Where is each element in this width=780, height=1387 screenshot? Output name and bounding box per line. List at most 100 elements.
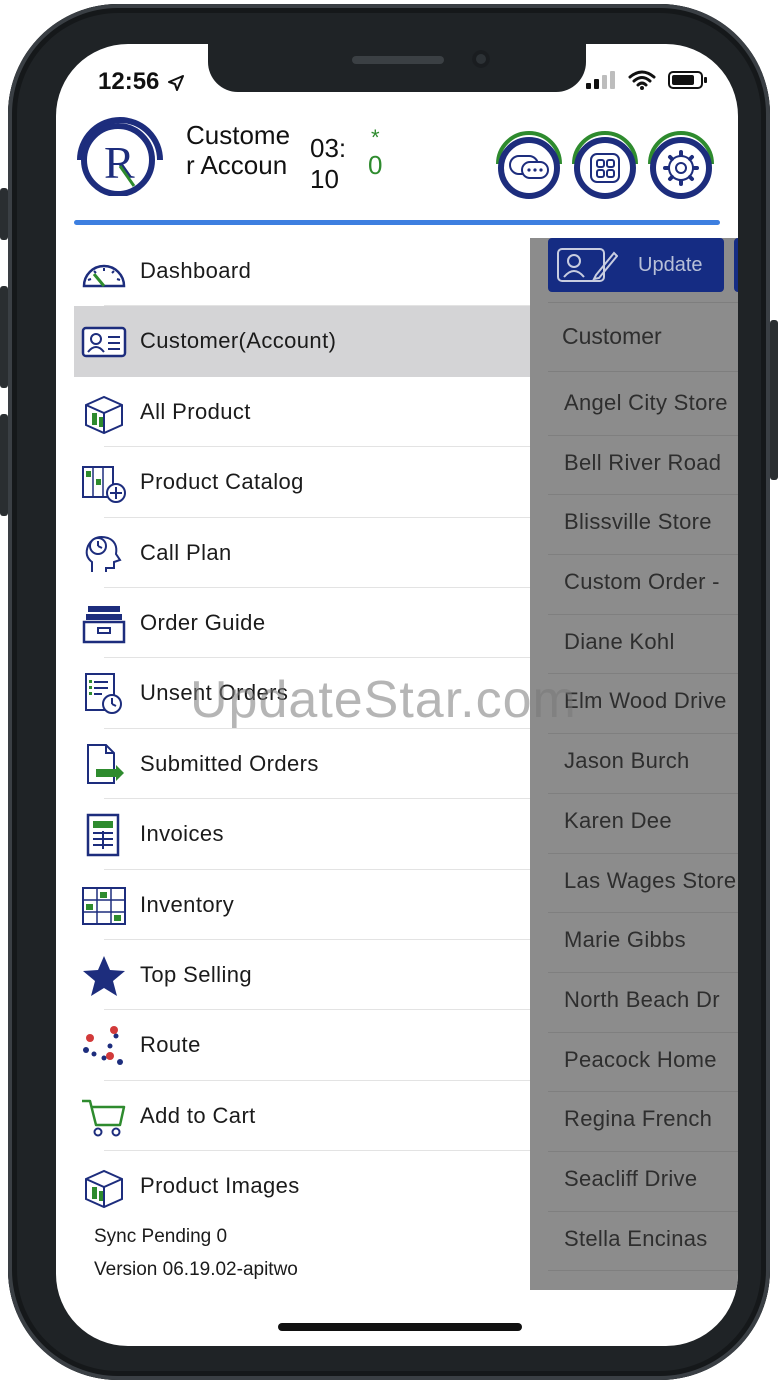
- menu-item-label: Inventory: [140, 891, 235, 917]
- menu-item-label: Call Plan: [140, 539, 232, 565]
- submitted-orders-arrow-icon: [80, 743, 128, 787]
- settings-button[interactable]: [646, 130, 716, 200]
- customer-name: North Beach Dr: [564, 986, 720, 1012]
- menu-item-label: Add to Cart: [140, 1102, 256, 1128]
- notch: [208, 44, 586, 92]
- menu-item-product-images[interactable]: Product Images: [74, 1151, 530, 1221]
- customer-card-icon: [80, 320, 128, 364]
- customer-name: Stella Encinas: [564, 1225, 708, 1251]
- status-time: 12:56: [98, 68, 185, 96]
- menu-item-all-product[interactable]: All Product: [74, 377, 530, 448]
- menu-item-inventory[interactable]: Inventory: [74, 870, 530, 940]
- product-box-icon: [80, 391, 128, 435]
- menu-item-customer-account[interactable]: Customer(Account): [74, 306, 530, 377]
- customer-name: Seacliff Drive: [564, 1165, 698, 1191]
- customer-row[interactable]: Stella Encinas: [548, 1212, 738, 1272]
- update-button-label: Update: [638, 253, 703, 276]
- customer-name: Karen Dee: [564, 807, 672, 833]
- menu-item-label: Dashboard: [140, 258, 252, 283]
- call-plan-head-icon: [80, 532, 128, 576]
- pending-count: 0: [368, 150, 383, 180]
- customer-row[interactable]: Angel City Store: [548, 376, 738, 436]
- app-logo: R: [77, 117, 163, 196]
- menu-item-order-guide[interactable]: Order Guide: [74, 588, 530, 659]
- customer-list: Angel City Store Bell River Road Blissvill…: [548, 376, 738, 1272]
- dashboard-gauge-icon: [80, 250, 128, 294]
- menu-item-label: All Product: [140, 398, 251, 424]
- customer-name: Angel City Store: [564, 390, 728, 415]
- menu-item-product-catalog[interactable]: Product Catalog: [74, 447, 530, 518]
- speaker: [352, 56, 444, 64]
- customer-column-header-label: Customer: [562, 323, 662, 349]
- header-title: Customer Accoun: [186, 120, 291, 180]
- update-button[interactable]: Update: [548, 238, 724, 292]
- pending-asterisk: *: [370, 125, 380, 150]
- status-time-text: 12:56: [98, 68, 160, 95]
- unsent-orders-clock-icon: [80, 672, 128, 716]
- menu-item-add-to-cart[interactable]: Add to Cart: [74, 1081, 530, 1152]
- front-camera: [472, 50, 490, 68]
- customer-list-panel: Update Customer Angel City Store Bell Riv…: [530, 238, 738, 1290]
- menu-item-label: Product Catalog: [140, 469, 304, 495]
- header-timer: 03:10: [310, 133, 347, 194]
- order-guide-drawer-icon: [80, 602, 128, 646]
- menu-item-label: Invoices: [140, 821, 224, 847]
- menu-item-top-selling[interactable]: Top Selling: [74, 940, 530, 1011]
- customer-row[interactable]: Bell River Road: [548, 436, 738, 496]
- apps-grid-button[interactable]: [570, 130, 640, 200]
- menu-item-label: Submitted Orders: [140, 750, 319, 776]
- battery-icon: [668, 71, 707, 89]
- customer-name: Las Wages Store: [564, 867, 737, 893]
- route-pins-icon: [80, 1024, 128, 1068]
- customer-name: Diane Kohl: [564, 628, 675, 654]
- edit-customer-icon: [557, 248, 618, 282]
- cellular-signal-icon: [586, 71, 615, 89]
- wifi-icon: [628, 70, 656, 90]
- customer-name: Peacock Home: [564, 1046, 717, 1072]
- customer-name: Elm Wood Drive: [564, 688, 727, 714]
- menu-item-dashboard[interactable]: Dashboard: [74, 236, 530, 307]
- menu-item-submitted-orders[interactable]: Submitted Orders: [74, 729, 530, 800]
- customer-name: Jason Burch: [564, 748, 690, 774]
- power-button: [770, 320, 778, 480]
- product-images-icon: [80, 1165, 128, 1209]
- header-counter: * 0: [368, 125, 383, 182]
- header-divider: [74, 220, 720, 225]
- inventory-shelf-icon: [80, 884, 128, 928]
- customer-column-header: Customer: [548, 302, 738, 372]
- customer-row[interactable]: Marie Gibbs: [548, 913, 738, 973]
- menu-item-invoices[interactable]: Invoices: [74, 799, 530, 870]
- invoice-icon: [80, 813, 128, 857]
- watermark: UpdateStar.com: [190, 671, 577, 729]
- customer-name: Regina French: [564, 1106, 713, 1132]
- customer-row[interactable]: Karen Dee: [548, 794, 738, 854]
- menu-item-route[interactable]: Route: [74, 1010, 530, 1081]
- sync-status: Sync Pending 0: [94, 1226, 228, 1247]
- home-indicator[interactable]: [278, 1323, 522, 1331]
- version-text: Version 06.19.02-apitwo: [94, 1259, 298, 1280]
- customer-row[interactable]: North Beach Dr: [548, 973, 738, 1033]
- customer-row[interactable]: Jason Burch: [548, 734, 738, 794]
- menu-item-label: Customer(Account): [140, 328, 337, 354]
- menu-item-label: Product Images: [140, 1173, 300, 1199]
- customer-row[interactable]: Diane Kohl: [548, 615, 738, 675]
- customer-row[interactable]: Peacock Home: [548, 1033, 738, 1093]
- customer-row[interactable]: Blissville Store: [548, 495, 738, 556]
- mute-switch: [0, 188, 8, 240]
- customer-row[interactable]: Seacliff Drive: [548, 1152, 738, 1212]
- chat-button[interactable]: [494, 130, 564, 200]
- location-arrow-icon: [168, 74, 185, 91]
- menu-item-label: Route: [140, 1032, 201, 1058]
- customer-row[interactable]: Regina French: [548, 1092, 738, 1152]
- menu-item-call-plan[interactable]: Call Plan: [74, 518, 530, 588]
- customer-name: Custom Order -: [564, 569, 720, 595]
- secondary-action-button[interactable]: [734, 238, 738, 292]
- volume-up-button: [0, 286, 8, 388]
- menu-item-label: Order Guide: [140, 609, 266, 635]
- customer-row[interactable]: Custom Order -: [548, 555, 738, 615]
- customer-row[interactable]: Las Wages Store: [548, 854, 738, 914]
- cart-icon: [80, 1095, 128, 1139]
- menu-item-label: Top Selling: [140, 961, 253, 987]
- customer-name: Marie Gibbs: [564, 927, 686, 953]
- star-icon: [80, 954, 128, 998]
